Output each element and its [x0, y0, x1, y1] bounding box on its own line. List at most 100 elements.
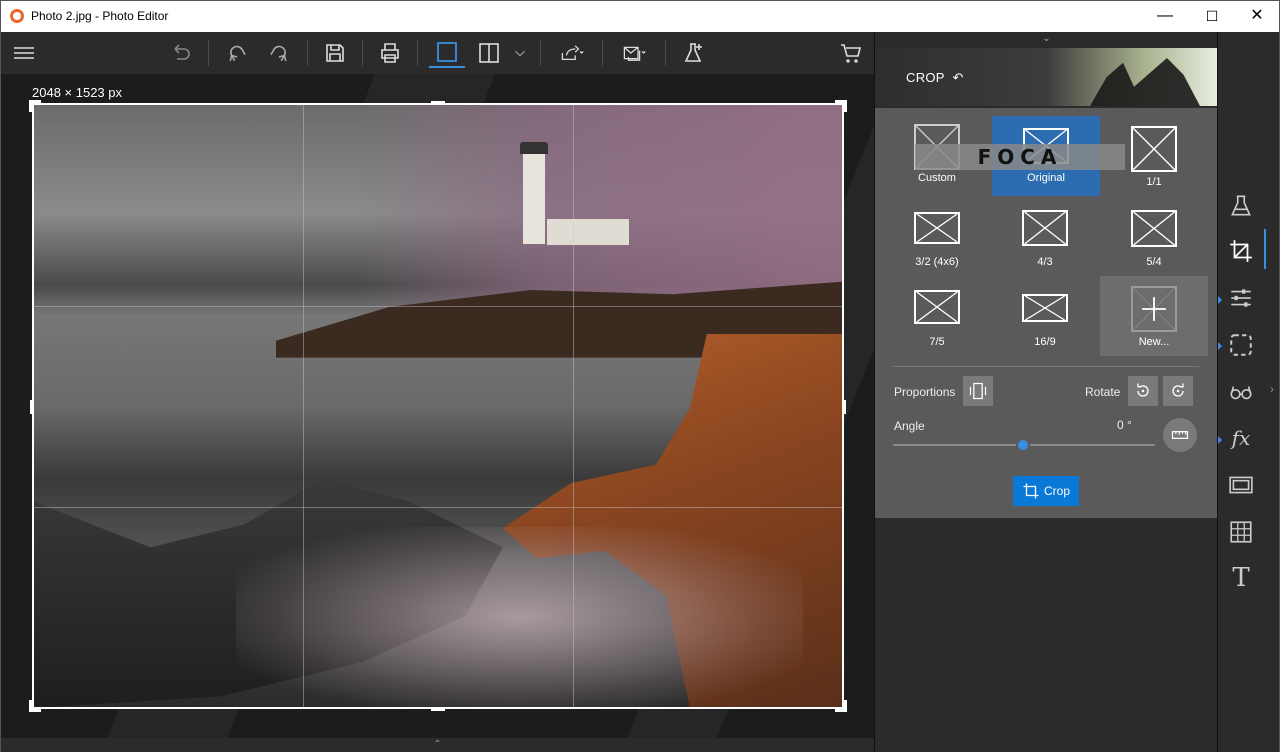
app-logo-icon [10, 9, 24, 23]
minimize-button[interactable]: — [1142, 1, 1188, 32]
rotate-left-button[interactable] [1128, 376, 1158, 406]
ratio-3-2[interactable]: 3/2 (4x6) [889, 200, 985, 280]
swap-proportions-button[interactable] [963, 376, 993, 406]
straighten-button[interactable] [1163, 418, 1197, 452]
image-canvas[interactable]: 2048 × 1523 px [1, 74, 874, 738]
batch-icon[interactable] [615, 38, 653, 68]
redo-icon[interactable] [264, 38, 296, 68]
ratio-label: Original [1027, 172, 1065, 184]
ratio-new[interactable]: New... [1100, 276, 1208, 356]
ratio-frame-icon [914, 212, 960, 244]
chevron-down-icon[interactable] [509, 38, 531, 68]
rotate-right-button[interactable] [1163, 376, 1193, 406]
panel-collapse-toggle[interactable]: ⌄ [875, 32, 1218, 48]
rail-expand-arrow[interactable]: › [1270, 382, 1274, 396]
ratio-label: 3/2 (4x6) [915, 256, 959, 268]
toolbar-divider [417, 40, 418, 66]
crop-button-label: Crop [1043, 484, 1070, 498]
crop-handle-top-right[interactable] [835, 100, 847, 112]
crop-button[interactable]: Crop [1013, 476, 1079, 506]
ratio-frame-icon [914, 290, 960, 324]
text-icon[interactable]: T [1227, 563, 1255, 593]
crop-handle-bottom[interactable] [431, 707, 445, 711]
ratio-16-9[interactable]: 16/9 [997, 280, 1093, 360]
save-icon[interactable] [319, 38, 351, 68]
crop-options: Custom Original 1/1 FOCA 3/2 (4x6) 4/3 5… [875, 108, 1218, 518]
image-size-label: 2048 × 1523 px [32, 85, 122, 100]
crop-handle-top-left[interactable] [29, 100, 41, 112]
menu-icon[interactable] [8, 38, 40, 68]
rotate-label: Rotate [1085, 385, 1121, 399]
proportions-label: Proportions [894, 385, 956, 399]
crop-handle-top[interactable] [431, 101, 445, 105]
print-icon[interactable] [374, 38, 406, 68]
foca-watermark: FOCA [915, 144, 1125, 170]
frame-icon[interactable] [1227, 471, 1255, 499]
svg-text:FOCA: FOCA [978, 145, 1063, 169]
filmstrip-toggle[interactable]: ⌃ [1, 738, 874, 752]
glasses-icon[interactable] [1227, 378, 1255, 406]
crop-grid-line [573, 105, 574, 707]
crop-frame[interactable] [29, 100, 847, 712]
rotate-right-icon [1172, 383, 1184, 397]
lab-flask-icon[interactable] [1227, 192, 1255, 220]
ratio-label: Custom [918, 172, 956, 184]
undo-all-icon[interactable] [165, 38, 197, 68]
toolbar-divider [602, 40, 603, 66]
rail-indicator [1218, 342, 1222, 350]
ratio-7-5[interactable]: 7/5 [889, 280, 985, 360]
texture-icon[interactable] [1227, 518, 1255, 546]
share-icon[interactable] [553, 38, 591, 68]
panel-title[interactable]: CROP ↶ [906, 70, 964, 86]
level-ruler-icon [1171, 431, 1189, 439]
window-title: Photo 2.jpg - Photo Editor [31, 9, 169, 23]
ratio-label: 16/9 [1034, 336, 1056, 348]
angle-label: Angle [894, 419, 925, 433]
angle-slider-knob[interactable] [1016, 438, 1030, 452]
compare-view-icon[interactable] [473, 38, 505, 68]
panel-divider [893, 366, 1199, 367]
rotate-left-icon [1137, 383, 1149, 397]
ratio-label: New... [1138, 336, 1170, 348]
maximize-button[interactable]: ☐ [1189, 1, 1235, 32]
ratio-frame-icon [1022, 210, 1068, 246]
rail-indicator [1218, 436, 1222, 444]
fx-icon[interactable]: fx [1227, 424, 1255, 452]
toolbar-divider [665, 40, 666, 66]
back-arrow-icon[interactable]: ↶ [952, 70, 963, 85]
crop-icon[interactable] [1227, 237, 1255, 265]
single-view-icon[interactable] [429, 38, 465, 68]
effects-lab-icon[interactable] [678, 38, 710, 68]
ratio-5-4[interactable]: 5/4 [1106, 200, 1202, 280]
toolbar-divider [362, 40, 363, 66]
ratio-frame-icon [1022, 294, 1068, 322]
ratio-frame-icon [1131, 126, 1177, 172]
rail-active-indicator [1264, 229, 1266, 269]
undo-icon[interactable] [220, 38, 252, 68]
crop-grid-line [303, 105, 304, 707]
rail-indicator [1218, 296, 1222, 304]
toolbar-divider [307, 40, 308, 66]
ratio-4-3[interactable]: 4/3 [997, 200, 1093, 280]
adjust-sliders-icon[interactable] [1227, 284, 1255, 312]
cart-icon[interactable] [835, 38, 867, 68]
selection-icon[interactable] [1227, 331, 1255, 359]
crop-handle-left[interactable] [30, 400, 34, 414]
ratio-frame-icon [1131, 210, 1177, 247]
crop-panel: ⌄ CROP ↶ Custom Original 1/1 FOCA 3/2 (4… [874, 32, 1218, 752]
title-bar: Photo 2.jpg - Photo Editor — ☐ ✕ [1, 1, 1279, 32]
crop-handle-bottom-left[interactable] [29, 700, 41, 712]
crop-handle-bottom-right[interactable] [835, 700, 847, 712]
crop-icon [1023, 483, 1039, 499]
crop-banner: CROP ↶ [875, 48, 1218, 106]
crop-grid-line [34, 507, 842, 508]
toolbar-divider [540, 40, 541, 66]
angle-value: 0 ° [1117, 418, 1132, 432]
ratio-label: 7/5 [929, 336, 945, 348]
close-button[interactable]: ✕ [1234, 1, 1280, 32]
tools-rail: › fx T [1217, 32, 1279, 752]
ratio-label: 5/4 [1146, 256, 1162, 268]
photo-editor-window: Photo 2.jpg - Photo Editor — ☐ ✕ 2048 × … [0, 0, 1280, 752]
panel-title-label: CROP [906, 70, 945, 85]
crop-handle-right[interactable] [842, 400, 846, 414]
